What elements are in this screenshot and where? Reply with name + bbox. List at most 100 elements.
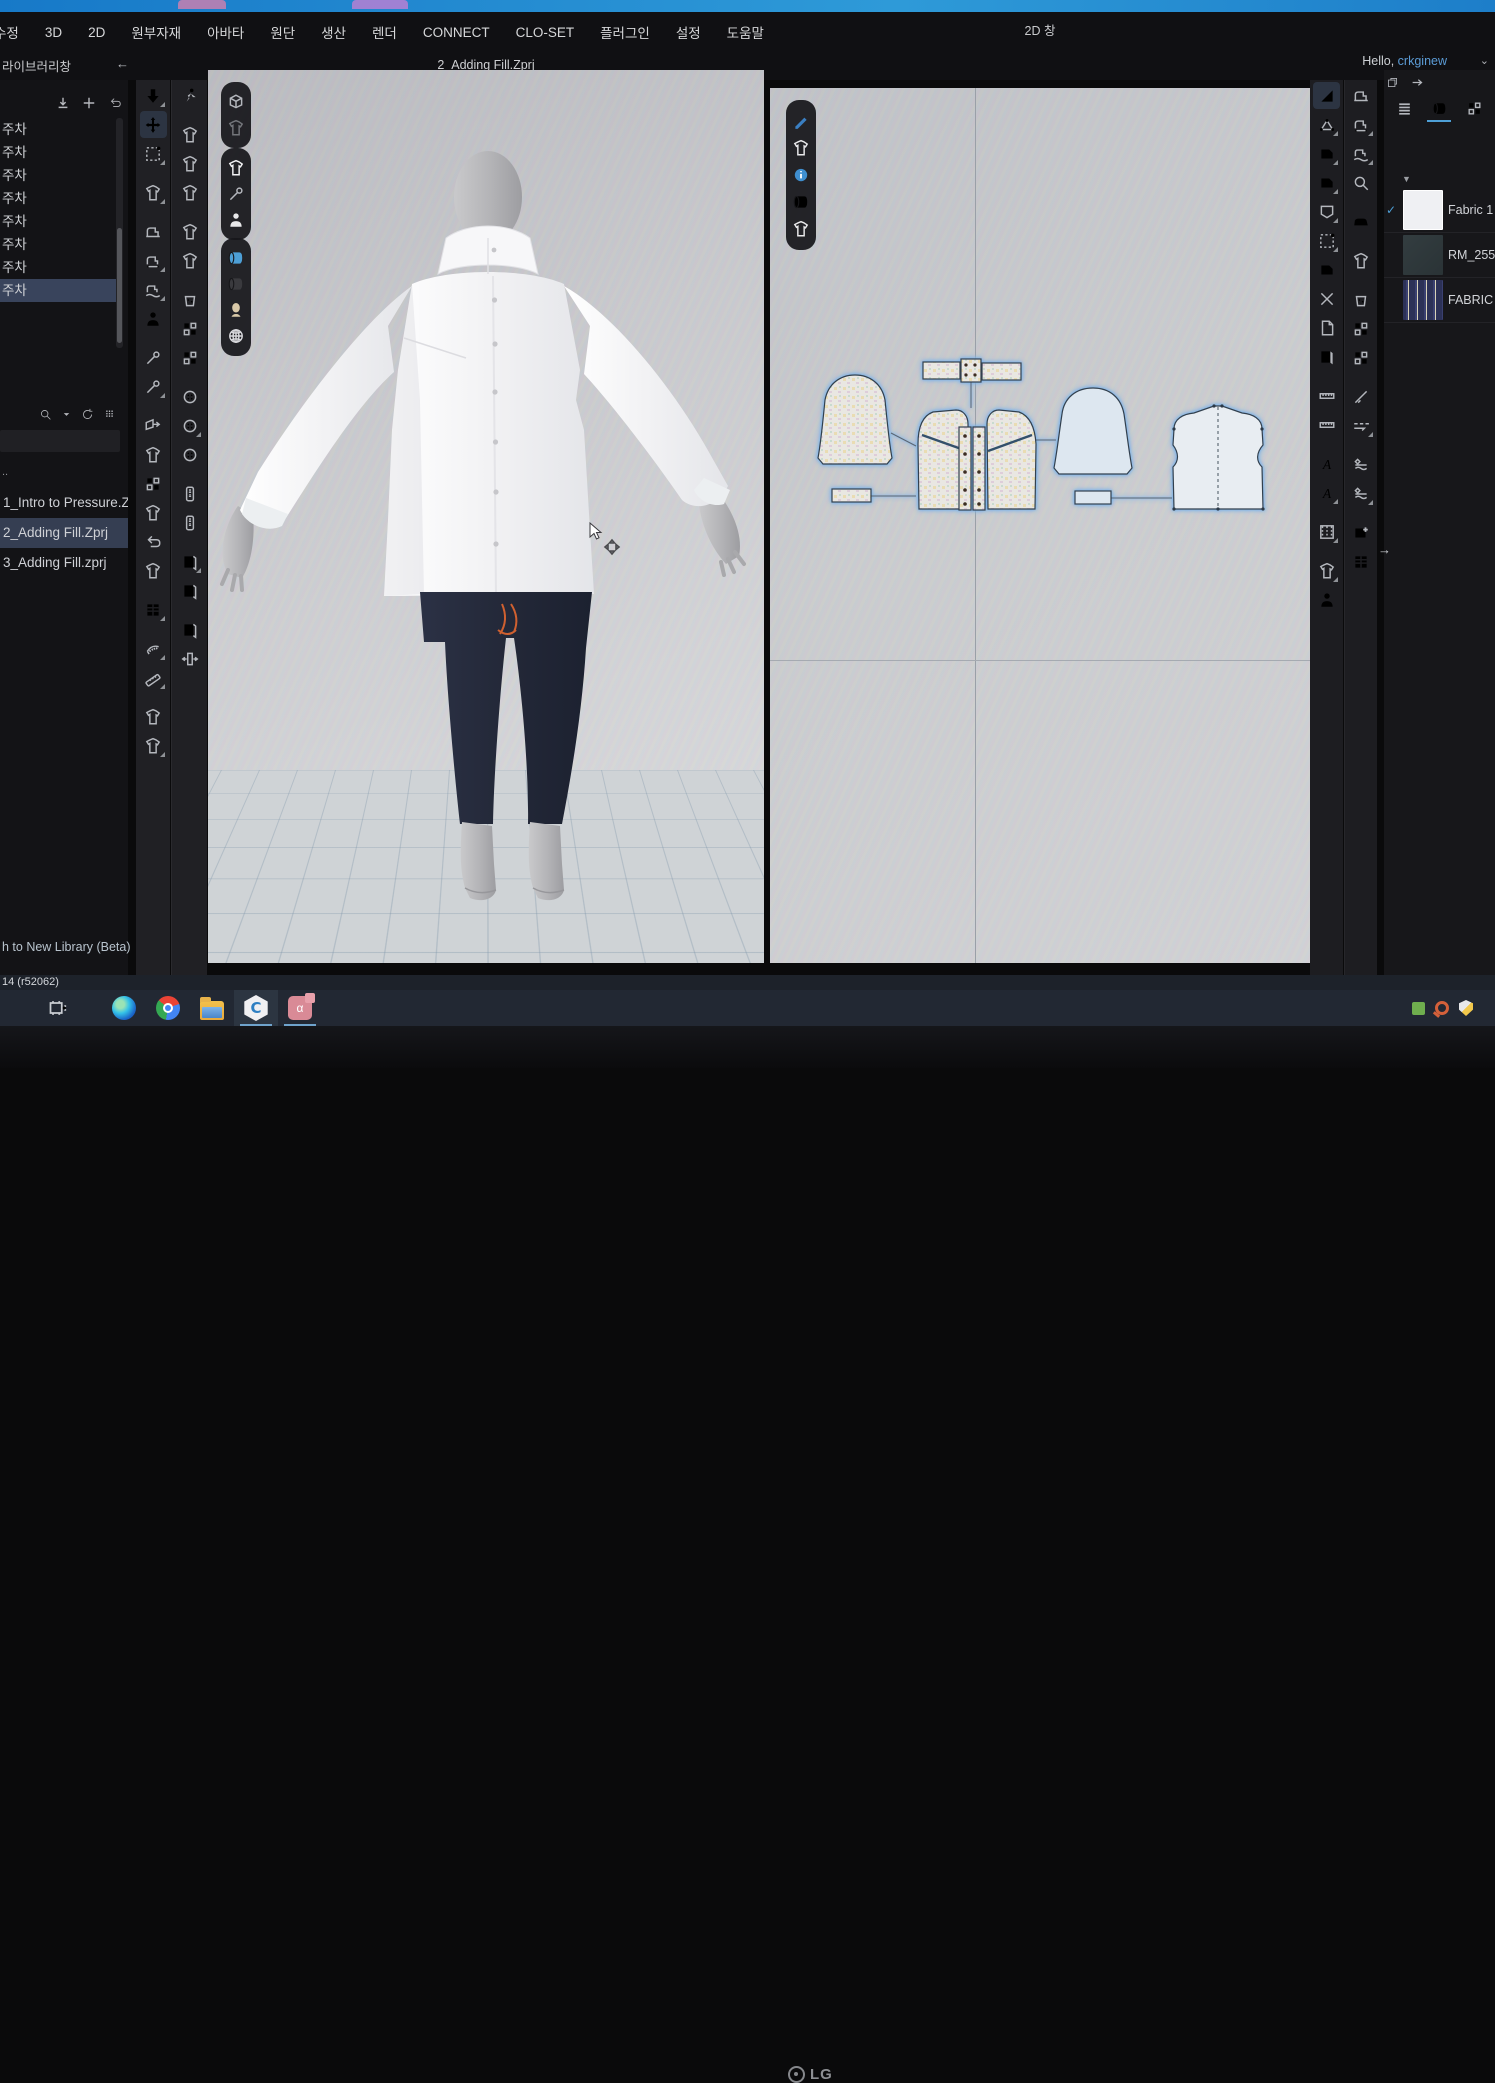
fabric-row[interactable]: ✓ Fabric 1 bbox=[1384, 188, 1495, 232]
polygon-pattern-icon[interactable] bbox=[1313, 198, 1340, 225]
iron-icon[interactable] bbox=[1348, 208, 1375, 235]
capture-app-icon[interactable]: α bbox=[278, 990, 322, 1026]
menu-render[interactable]: 렌더 bbox=[372, 22, 397, 42]
clo-app-icon[interactable]: C bbox=[234, 990, 278, 1026]
garment-pieces-icon[interactable] bbox=[140, 470, 167, 497]
menu-2d[interactable]: 2D bbox=[88, 25, 105, 40]
free-sewing-icon[interactable] bbox=[1348, 140, 1375, 167]
edge-icon[interactable] bbox=[102, 990, 146, 1026]
hardware-up-icon[interactable] bbox=[140, 596, 167, 623]
task-view-icon[interactable] bbox=[36, 990, 80, 1026]
sewing-search-icon[interactable] bbox=[1348, 169, 1375, 196]
fabric-swatch[interactable] bbox=[1403, 235, 1443, 275]
menu-help[interactable]: 도움말 bbox=[727, 22, 764, 42]
panel-expand-arrow-icon[interactable]: → bbox=[1378, 542, 1391, 557]
collapse-left-icon[interactable]: ← bbox=[116, 56, 129, 71]
fabric-roll-icon[interactable] bbox=[789, 190, 813, 214]
fold-arrangement-icon[interactable] bbox=[140, 412, 167, 439]
file-explorer-icon[interactable] bbox=[190, 990, 234, 1026]
scene-list-icon[interactable] bbox=[1392, 96, 1416, 122]
float-window-icon[interactable] bbox=[1386, 76, 1399, 89]
menu-fabric[interactable]: 원단 bbox=[270, 22, 295, 42]
gpu-tray-icon[interactable] bbox=[1412, 1002, 1425, 1015]
viewport-3d[interactable] bbox=[208, 70, 764, 963]
zipper-icon[interactable] bbox=[176, 480, 203, 507]
measure-icon[interactable] bbox=[1313, 411, 1340, 438]
shirt-arrow-icon[interactable] bbox=[1348, 247, 1375, 274]
caret-down-icon[interactable] bbox=[61, 409, 72, 420]
stitch-shirt-1-icon[interactable] bbox=[176, 121, 203, 148]
scrollbar-thumb[interactable] bbox=[117, 228, 122, 343]
head-icon[interactable] bbox=[224, 298, 248, 322]
refresh-icon[interactable] bbox=[81, 408, 94, 421]
free-sew-icon[interactable] bbox=[140, 247, 167, 274]
list-item[interactable]: 주차 bbox=[0, 141, 122, 164]
button-lock-icon[interactable] bbox=[176, 441, 203, 468]
elastic-vertical-icon[interactable] bbox=[1348, 451, 1375, 478]
info-icon[interactable] bbox=[789, 163, 813, 187]
garment-sleeve-left[interactable] bbox=[240, 286, 412, 527]
shirt-m-icon[interactable] bbox=[789, 217, 813, 241]
pattern-sleeve-left[interactable] bbox=[818, 375, 892, 464]
stitch-shirt-5-icon[interactable] bbox=[176, 247, 203, 274]
pattern-collar-left[interactable] bbox=[923, 362, 960, 379]
person-garment-icon[interactable] bbox=[1313, 586, 1340, 613]
pattern-placket-right[interactable] bbox=[973, 427, 985, 510]
cube-view-icon[interactable] bbox=[224, 90, 248, 114]
list-item[interactable]: 주차 bbox=[0, 187, 122, 210]
elastic-horizontal-icon[interactable] bbox=[1348, 480, 1375, 507]
button-icon[interactable] bbox=[176, 412, 203, 439]
clamp-icon[interactable] bbox=[176, 645, 203, 672]
edit-pattern-icon[interactable] bbox=[1313, 111, 1340, 138]
tshirt-icon[interactable] bbox=[140, 557, 167, 584]
ruler-icon[interactable] bbox=[140, 664, 167, 691]
arrow-right-icon[interactable] bbox=[1411, 76, 1424, 89]
pattern-placket-left[interactable] bbox=[959, 427, 971, 510]
avatar-3d[interactable] bbox=[208, 70, 764, 963]
list-item[interactable]: 주차 bbox=[0, 118, 122, 141]
frame-wide-icon[interactable] bbox=[176, 616, 203, 643]
pattern-shape-icon[interactable] bbox=[1313, 169, 1340, 196]
dart-icon[interactable] bbox=[1313, 256, 1340, 283]
menu-3d[interactable]: 3D bbox=[45, 25, 62, 40]
fabric-dark-icon[interactable] bbox=[224, 272, 248, 296]
avatar-show-icon[interactable] bbox=[224, 208, 248, 232]
segment-sewing-icon[interactable] bbox=[1348, 111, 1375, 138]
shirt-dots-icon[interactable] bbox=[1348, 286, 1375, 313]
undo-icon[interactable] bbox=[108, 96, 122, 110]
library-search-input[interactable] bbox=[0, 430, 120, 452]
garment-needle-icon[interactable] bbox=[1313, 557, 1340, 584]
paint-bucket-icon[interactable] bbox=[176, 286, 203, 313]
pattern-cuff-left[interactable] bbox=[832, 489, 871, 502]
pattern-front-right[interactable] bbox=[987, 410, 1036, 509]
fabric-swatch[interactable] bbox=[1403, 190, 1443, 230]
search-icon[interactable] bbox=[39, 408, 52, 421]
fabric-row[interactable]: FABRIC 1 bbox=[1384, 278, 1495, 322]
globe-icon[interactable] bbox=[224, 324, 248, 348]
list-item[interactable]: 주차 bbox=[0, 233, 122, 256]
pattern-collar-placket[interactable] bbox=[961, 359, 981, 382]
menu-plugin[interactable]: 플러그인 bbox=[600, 22, 650, 42]
add-icon[interactable] bbox=[82, 96, 96, 110]
detail-sew-icon[interactable] bbox=[140, 276, 167, 303]
edit-curve-icon[interactable] bbox=[1313, 140, 1340, 167]
frame-solid-icon[interactable] bbox=[176, 577, 203, 604]
shirt-up-icon[interactable] bbox=[789, 136, 813, 160]
menu-materials[interactable]: 원부자재 bbox=[131, 22, 181, 42]
ruler-vertical-icon[interactable] bbox=[1313, 382, 1340, 409]
file-item-selected[interactable]: 2_Adding Fill.Zprj bbox=[0, 518, 128, 548]
texture-shirt-icon[interactable] bbox=[176, 315, 203, 342]
drape-garment-icon[interactable] bbox=[140, 179, 167, 206]
pleat-dots-icon[interactable] bbox=[1313, 518, 1340, 545]
viewport-2d[interactable] bbox=[770, 88, 1310, 963]
pattern-sleeve-right[interactable] bbox=[1054, 388, 1132, 474]
text-a-icon[interactable] bbox=[1313, 450, 1340, 477]
garment-sleeve-right[interactable] bbox=[564, 286, 728, 506]
zipper-pull-icon[interactable] bbox=[176, 509, 203, 536]
section-collapse-icon[interactable]: ▼ bbox=[1402, 174, 1411, 184]
pattern-pieces[interactable] bbox=[770, 88, 1310, 963]
shirt-check2-icon[interactable] bbox=[1348, 344, 1375, 371]
pen-hammer-icon[interactable] bbox=[789, 109, 813, 133]
segment-sew-icon[interactable] bbox=[140, 218, 167, 245]
list-item[interactable]: 주차 bbox=[0, 256, 122, 279]
